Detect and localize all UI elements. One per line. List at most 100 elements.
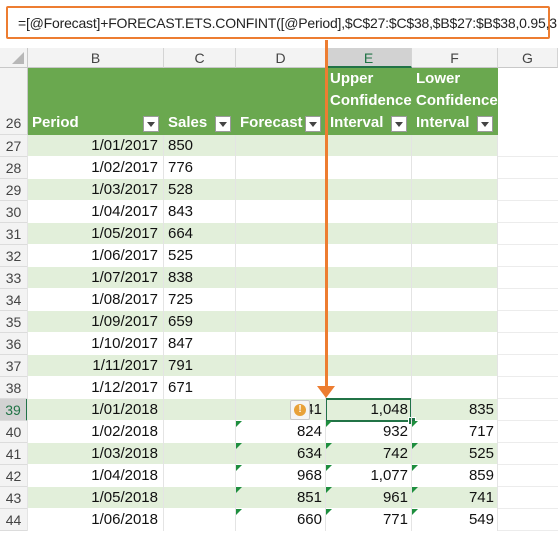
cell-forecast-43[interactable]: 851 (236, 487, 326, 509)
cell-sales-34[interactable]: 725 (164, 289, 236, 311)
cell-sales-30[interactable]: 843 (164, 201, 236, 223)
cell-period-39[interactable]: 1/01/2018 (28, 399, 164, 421)
row-header-43[interactable]: 43 (0, 487, 28, 509)
filter-dropdown-period-icon[interactable] (143, 116, 159, 132)
cell-upper-43[interactable]: 961 (326, 487, 412, 509)
row-header-33[interactable]: 33 (0, 267, 28, 289)
row-header-31[interactable]: 31 (0, 223, 28, 245)
cell-g42[interactable] (498, 465, 558, 487)
filter-dropdown-upper-icon[interactable] (391, 116, 407, 132)
cell-g31[interactable] (498, 223, 558, 245)
row-header-28[interactable]: 28 (0, 157, 28, 179)
cell-g28[interactable] (498, 157, 558, 179)
cell-upper-27[interactable] (326, 135, 412, 157)
cell-upper-44[interactable]: 771 (326, 509, 412, 531)
cell-forecast-41[interactable]: 634 (236, 443, 326, 465)
cell-lower-35[interactable] (412, 311, 498, 333)
row-header-29[interactable]: 29 (0, 179, 28, 201)
cell-lower-34[interactable] (412, 289, 498, 311)
cell-period-37[interactable]: 1/11/2017 (28, 355, 164, 377)
row-header-38[interactable]: 38 (0, 377, 28, 399)
cell-lower-28[interactable] (412, 157, 498, 179)
cell-period-40[interactable]: 1/02/2018 (28, 421, 164, 443)
cell-sales-36[interactable]: 847 (164, 333, 236, 355)
cell-forecast-34[interactable] (236, 289, 326, 311)
cell-sales-41[interactable] (164, 443, 236, 465)
cell-sales-38[interactable]: 671 (164, 377, 236, 399)
cell-lower-31[interactable] (412, 223, 498, 245)
cell-sales-39[interactable] (164, 399, 236, 421)
cell-lower-43[interactable]: 741 (412, 487, 498, 509)
cell-lower-40[interactable]: 717 (412, 421, 498, 443)
column-header-e[interactable]: E (326, 48, 412, 68)
cell-forecast-33[interactable] (236, 267, 326, 289)
row-header-44[interactable]: 44 (0, 509, 28, 531)
cell-upper-28[interactable] (326, 157, 412, 179)
cell-upper-32[interactable] (326, 245, 412, 267)
cell-g29[interactable] (498, 179, 558, 201)
row-header-40[interactable]: 40 (0, 421, 28, 443)
cell-g40[interactable] (498, 421, 558, 443)
cell-lower-33[interactable] (412, 267, 498, 289)
cell-lower-42[interactable]: 859 (412, 465, 498, 487)
cell-sales-32[interactable]: 525 (164, 245, 236, 267)
row-header-34[interactable]: 34 (0, 289, 28, 311)
cell-upper-35[interactable] (326, 311, 412, 333)
cell-sales-35[interactable]: 659 (164, 311, 236, 333)
cell-g35[interactable] (498, 311, 558, 333)
cell-period-30[interactable]: 1/04/2017 (28, 201, 164, 223)
cell-upper-34[interactable] (326, 289, 412, 311)
cell-lower-30[interactable] (412, 201, 498, 223)
cell-lower-36[interactable] (412, 333, 498, 355)
cell-period-29[interactable]: 1/03/2017 (28, 179, 164, 201)
cell-period-32[interactable]: 1/06/2017 (28, 245, 164, 267)
column-header-b[interactable]: B (28, 48, 164, 68)
column-header-c[interactable]: C (164, 48, 236, 68)
cell-forecast-35[interactable] (236, 311, 326, 333)
cell-period-43[interactable]: 1/05/2018 (28, 487, 164, 509)
column-header-g[interactable]: G (498, 48, 558, 68)
cell-upper-41[interactable]: 742 (326, 443, 412, 465)
cell-period-44[interactable]: 1/06/2018 (28, 509, 164, 531)
cell-sales-43[interactable] (164, 487, 236, 509)
row-header-39[interactable]: 39 (0, 399, 28, 421)
row-header-30[interactable]: 30 (0, 201, 28, 223)
cell-period-27[interactable]: 1/01/2017 (28, 135, 164, 157)
cell-upper-31[interactable] (326, 223, 412, 245)
row-header-27[interactable]: 27 (0, 135, 28, 157)
cell-lower-29[interactable] (412, 179, 498, 201)
cell-g30[interactable] (498, 201, 558, 223)
cell-g36[interactable] (498, 333, 558, 355)
filter-dropdown-lower-icon[interactable] (477, 116, 493, 132)
cell-period-35[interactable]: 1/09/2017 (28, 311, 164, 333)
formula-input[interactable]: =[@Forecast]+FORECAST.ETS.CONFINT([@Peri… (6, 6, 558, 39)
cell-sales-31[interactable]: 664 (164, 223, 236, 245)
cell-period-36[interactable]: 1/10/2017 (28, 333, 164, 355)
row-header-26[interactable]: 26 (0, 68, 28, 135)
cell-forecast-28[interactable] (236, 157, 326, 179)
cell-g39[interactable] (498, 399, 558, 421)
cell-forecast-39[interactable]: 41 (236, 399, 326, 421)
cell-g44[interactable] (498, 509, 558, 531)
row-header-32[interactable]: 32 (0, 245, 28, 267)
cell-lower-38[interactable] (412, 377, 498, 399)
cell-lower-37[interactable] (412, 355, 498, 377)
cell-upper-33[interactable] (326, 267, 412, 289)
cell-period-31[interactable]: 1/05/2017 (28, 223, 164, 245)
cell-g26[interactable] (498, 68, 558, 135)
cell-forecast-38[interactable] (236, 377, 326, 399)
cell-lower-41[interactable]: 525 (412, 443, 498, 465)
cell-sales-27[interactable]: 850 (164, 135, 236, 157)
cell-sales-29[interactable]: 528 (164, 179, 236, 201)
row-header-42[interactable]: 42 (0, 465, 28, 487)
cell-sales-44[interactable] (164, 509, 236, 531)
column-header-d[interactable]: D (236, 48, 326, 68)
row-header-36[interactable]: 36 (0, 333, 28, 355)
cell-lower-39[interactable]: 835 (412, 399, 498, 421)
row-header-35[interactable]: 35 (0, 311, 28, 333)
cell-lower-32[interactable] (412, 245, 498, 267)
cell-g38[interactable] (498, 377, 558, 399)
cell-period-41[interactable]: 1/03/2018 (28, 443, 164, 465)
error-check-button[interactable]: ! (290, 400, 310, 420)
cell-g34[interactable] (498, 289, 558, 311)
